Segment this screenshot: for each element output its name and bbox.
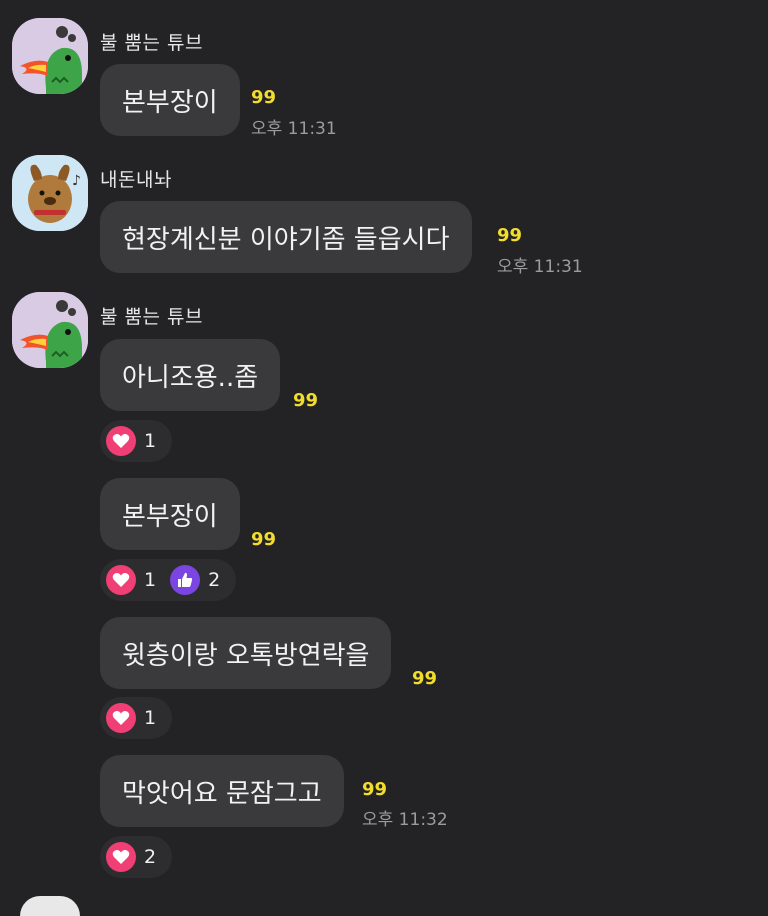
reaction-bar[interactable]: 1	[100, 697, 173, 739]
fire-breathing-tube-icon	[12, 292, 88, 368]
message-bubble[interactable]: 막앗어요 문잠그고	[100, 755, 344, 827]
avatar-fire-tube[interactable]	[12, 292, 88, 368]
thumbs-up-icon	[170, 565, 201, 595]
heart-icon	[106, 426, 136, 456]
muzi-dog-icon: ♪	[12, 155, 88, 231]
avatar-partial[interactable]	[20, 896, 80, 916]
unread-count: 99	[251, 529, 277, 550]
sender-name[interactable]: 내돈내놔	[100, 165, 172, 192]
reaction-count: 2	[144, 846, 157, 868]
reaction-bar[interactable]: 1 2	[100, 559, 237, 601]
svg-text:♪: ♪	[72, 173, 81, 189]
unread-count: 99	[497, 225, 523, 246]
reaction-heart[interactable]: 1	[100, 697, 173, 739]
heart-icon	[106, 842, 136, 872]
heart-icon	[106, 703, 136, 733]
reaction-heart[interactable]: 1 2	[100, 559, 237, 601]
sender-name[interactable]: 불 뿜는 튜브	[100, 302, 203, 329]
sender-name[interactable]: 불 뿜는 튜브	[100, 28, 203, 55]
reaction-bar[interactable]: 1	[100, 420, 173, 462]
avatar-fire-tube[interactable]	[12, 18, 88, 94]
message-text: 막앗어요 문잠그고	[122, 778, 322, 809]
message-time: 오후 11:32	[362, 810, 448, 830]
fire-breathing-tube-icon	[12, 18, 88, 94]
reaction-count: 1	[144, 430, 157, 452]
unread-count: 99	[412, 668, 438, 689]
message-bubble[interactable]: 현장계신분 이야기좀 들읍시다	[100, 201, 472, 273]
unread-count: 99	[362, 779, 388, 800]
heart-icon	[106, 565, 136, 595]
reaction-heart[interactable]: 1	[100, 420, 173, 462]
reaction-heart[interactable]: 2	[100, 836, 173, 878]
unread-count: 99	[251, 87, 277, 108]
unread-count: 99	[293, 390, 319, 411]
message-bubble[interactable]: 본부장이	[100, 478, 240, 550]
message-bubble[interactable]: 아니조용..좀	[100, 339, 281, 411]
message-time: 오후 11:31	[497, 257, 583, 277]
message-text: 본부장이	[122, 501, 218, 532]
message-time: 오후 11:31	[251, 119, 337, 139]
message-text: 아니조용..좀	[122, 362, 259, 393]
reaction-count: 2	[208, 569, 221, 591]
reaction-count: 1	[144, 569, 157, 591]
message-text: 윗층이랑 오톡방연락을	[122, 640, 370, 671]
message-bubble[interactable]: 윗층이랑 오톡방연락을	[100, 617, 392, 689]
message-text: 본부장이	[122, 87, 218, 118]
avatar-muzi-dog[interactable]: ♪	[12, 155, 88, 231]
reaction-count: 1	[144, 707, 157, 729]
message-bubble[interactable]: 본부장이	[100, 64, 240, 136]
message-text: 현장계신분 이야기좀 들읍시다	[122, 224, 450, 255]
reaction-bar[interactable]: 2	[100, 836, 173, 878]
